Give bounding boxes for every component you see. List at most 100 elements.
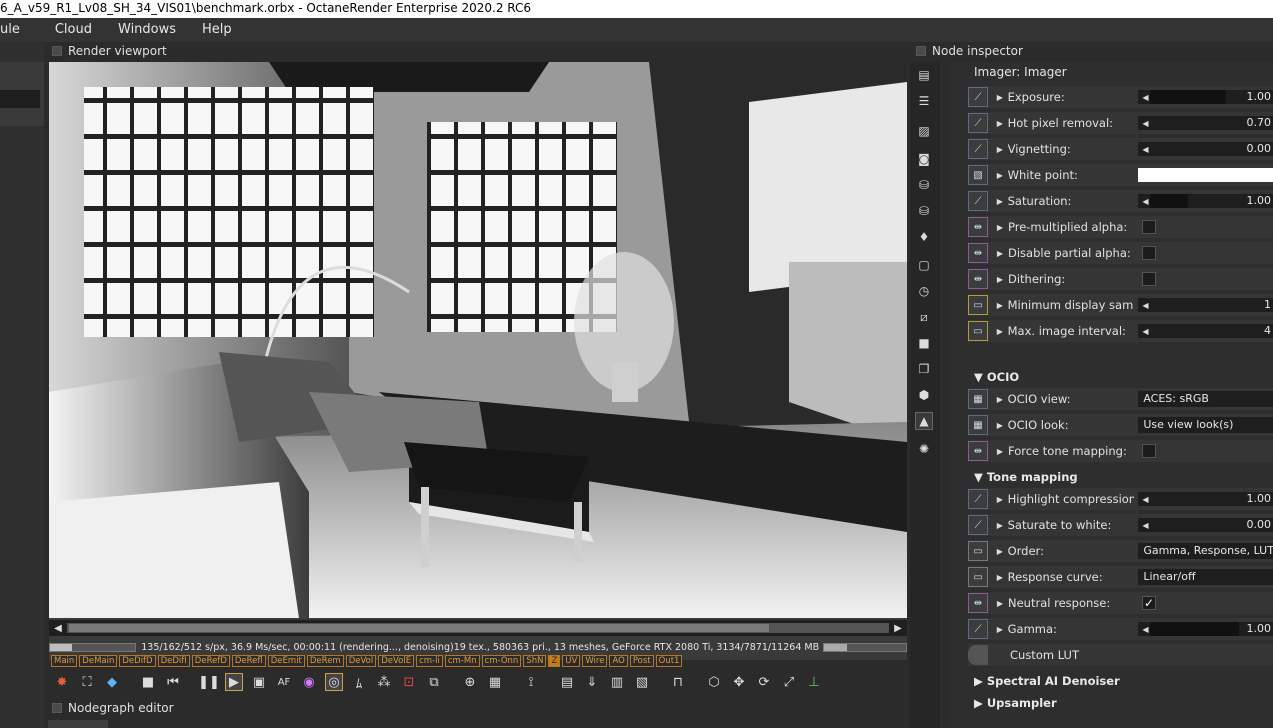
material-icon[interactable]: ♦ [915,228,933,246]
decrement-arrow-icon[interactable]: ◀ [1142,145,1148,154]
menu-cloud[interactable]: Cloud [42,18,105,42]
pass-button-deemit[interactable]: DeEmit [267,655,305,667]
panel-checkbox[interactable] [52,46,62,56]
nodegraph-tab[interactable] [48,720,108,728]
checker-icon[interactable]: ▦ [486,673,504,691]
highlight-compression-slider[interactable]: ◀ 1.00 [1138,492,1273,506]
export-icon[interactable]: ▥ [608,673,626,691]
scroll-right-icon[interactable]: ▶ [889,623,907,634]
expand-caret-icon[interactable]: ▶ [992,249,1008,258]
expand-caret-icon[interactable]: ▶ [992,573,1008,582]
toggle-icon[interactable]: ⇹ [968,217,988,237]
expand-caret-icon[interactable]: ▶ [992,395,1008,404]
pass-button-cm-onn[interactable]: cm-Onn [481,655,522,667]
disable-partial-alpha-checkbox[interactable] [1142,246,1156,260]
expand-caret-icon[interactable]: ▶ [992,599,1008,608]
expand-caret-icon[interactable]: ▶ [992,625,1008,634]
pass-button-cm-mn[interactable]: cm-Mn [444,655,480,667]
toggle-icon[interactable]: ⇹ [968,441,988,461]
pass-button-devole[interactable]: DeVolE [378,655,415,667]
expand-caret-icon[interactable]: ▶ [992,171,1008,180]
viewport-horizontal-scrollbar[interactable]: ◀ ▶ [49,620,907,636]
render-target-icon[interactable]: ⬢ [915,386,933,404]
pass-button-post[interactable]: Post [629,655,654,667]
expand-caret-icon[interactable]: ▶ [992,521,1008,530]
pre-multiplied-alpha-checkbox[interactable] [1142,220,1156,234]
max-image-interval-slider[interactable]: ◀ 4 [1138,324,1273,338]
upsampler-section-header[interactable]: ▶ Upsampler [974,696,1057,710]
decrement-arrow-icon[interactable]: ◀ [1142,119,1148,128]
ocio-look-icon[interactable]: ▦ [968,415,988,435]
clock-icon[interactable]: ◷ [915,282,933,300]
ocio-view-icon[interactable]: ▦ [968,389,988,409]
object-picker-icon[interactable]: ⊡ [400,673,418,691]
stop-icon[interactable]: ■ [139,673,157,691]
stack-icon[interactable]: ☰ [915,92,933,110]
force-tone-mapping-checkbox[interactable] [1142,444,1156,458]
expand-caret-icon[interactable]: ▶ [992,495,1008,504]
left-panel-tab-dark[interactable] [0,90,40,108]
expand-caret-icon[interactable]: ▶ [992,327,1008,336]
menu-help[interactable]: Help [189,18,245,42]
pass-button-main[interactable]: Main [51,655,78,667]
expand-caret-icon[interactable]: ▶ [992,547,1008,556]
zoom-icon[interactable]: ⊕ [461,673,479,691]
pass-button-dedifi[interactable]: DeDifI [157,655,190,667]
int-icon[interactable]: ▭ [968,321,988,341]
gamma-slider[interactable]: ◀ 1.00 [1138,622,1273,636]
image-icon[interactable]: ▧ [633,673,651,691]
pass-button-ao[interactable]: AO [609,655,628,667]
layers-icon[interactable]: ▤ [915,66,933,84]
pass-button-devol[interactable]: DeVol [345,655,377,667]
custom-lut-row[interactable]: Custom LUT [968,644,1273,666]
focus-icon[interactable]: ◎ [325,673,343,691]
display-icon[interactable]: ▣ [250,673,268,691]
clay-icon[interactable]: ▤ [558,673,576,691]
saturation-slider[interactable]: ◀ 1.00 [1138,194,1273,208]
ocio-view-dropdown[interactable]: ACES: sRGB [1138,391,1273,407]
curve-icon[interactable]: ⟋ [968,87,988,107]
geometry-icon[interactable]: ⛁ [915,202,933,220]
expand-caret-icon[interactable]: ▶ [992,145,1008,154]
expand-caret-icon[interactable]: ▶ [992,275,1008,284]
save-icon[interactable]: ⇓ [583,673,601,691]
picture-icon[interactable]: ▨ [915,122,933,140]
pass-button-derefd[interactable]: DeRefD [191,655,230,667]
decrement-arrow-icon[interactable]: ◀ [1142,625,1148,634]
expand-caret-icon[interactable]: ▶ [992,197,1008,206]
int-icon[interactable]: ▭ [968,295,988,315]
response-curve-dropdown[interactable]: Linear/off [1138,569,1273,585]
expand-caret-icon[interactable]: ▶ [992,421,1008,430]
toggle-icon[interactable]: ⇹ [968,243,988,263]
curve-icon[interactable]: ⟋ [968,515,988,535]
imager-icon[interactable]: ▲ [915,412,933,430]
pass-button-derefl[interactable]: DeRefl [231,655,266,667]
menu-module[interactable]: ule [0,18,42,42]
white-balance-icon[interactable]: ﾑ [350,673,368,692]
pass-button-uv[interactable]: UV [562,655,581,667]
custom-lut-button[interactable] [968,645,988,665]
fire-icon[interactable]: ✸ [53,673,71,691]
curve-icon[interactable]: ⟋ [968,619,988,639]
ocio-section-header[interactable]: ▼ OCIO [974,370,1019,384]
panel-checkbox[interactable] [916,46,926,56]
expand-caret-icon[interactable]: ▶ [992,223,1008,232]
decrement-arrow-icon[interactable]: ◀ [1142,327,1148,336]
vignetting-slider[interactable]: ◀ 0.00 [1138,142,1273,156]
enum-icon[interactable]: ▭ [968,567,988,587]
dithering-checkbox[interactable] [1142,272,1156,286]
scrollbar-track[interactable] [67,623,889,633]
lens-icon[interactable]: ⟟ [522,673,540,691]
curve-icon[interactable]: ⟋ [968,113,988,133]
pause-icon[interactable]: ❚❚ [198,673,220,691]
decrement-arrow-icon[interactable]: ◀ [1142,93,1148,102]
fit-icon[interactable]: ⤢ [780,673,798,691]
curve-icon[interactable]: ⟋ [968,191,988,211]
compositing-icon[interactable]: ⧄ [915,308,933,326]
region-icon[interactable]: ⛶ [78,673,96,691]
color-wheel-icon[interactable]: ◉ [300,673,318,691]
pass-button-shn[interactable]: ShN [523,655,547,667]
expand-caret-icon[interactable]: ▶ [992,93,1008,102]
postprocess-icon[interactable]: ✺ [915,440,933,458]
enum-icon[interactable]: ▭ [968,541,988,561]
